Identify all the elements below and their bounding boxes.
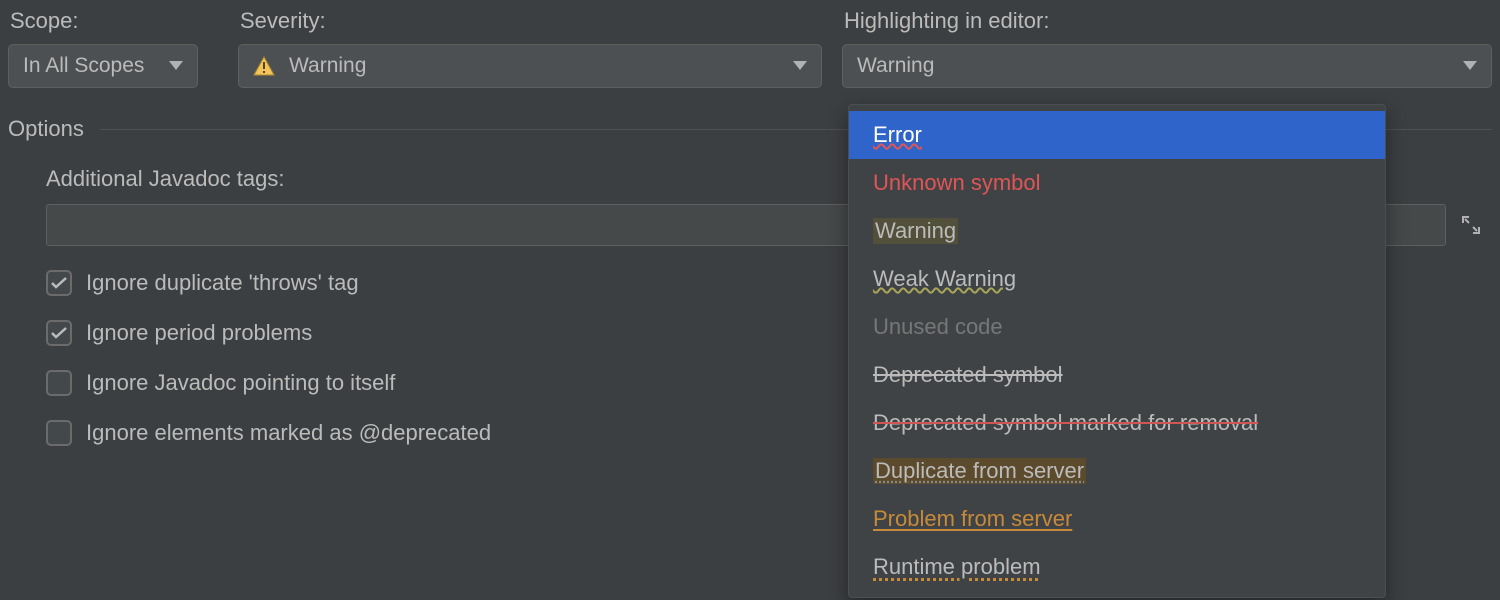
highlighting-value: Warning: [857, 54, 934, 78]
item-label: Deprecated symbol marked for removal: [873, 410, 1258, 436]
expand-icon[interactable]: [1450, 204, 1492, 246]
dropdown-item-runtime-problem[interactable]: Runtime problem: [849, 543, 1385, 591]
checkbox-icon: [46, 270, 72, 296]
highlighting-combo[interactable]: Warning: [842, 44, 1492, 88]
dropdown-item-deprecated-removal[interactable]: Deprecated symbol marked for removal: [849, 399, 1385, 447]
highlighting-label: Highlighting in editor:: [842, 8, 1492, 34]
item-label: Deprecated symbol: [873, 362, 1063, 388]
checkbox-icon: [46, 320, 72, 346]
checkbox-icon: [46, 420, 72, 446]
check-label: Ignore period problems: [86, 320, 312, 346]
severity-value: Warning: [289, 54, 366, 78]
dropdown-item-duplicate-from-server[interactable]: Duplicate from server: [849, 447, 1385, 495]
item-label: Error: [873, 122, 922, 148]
warning-icon: [253, 56, 275, 76]
dropdown-item-warning[interactable]: Warning: [849, 207, 1385, 255]
severity-combo[interactable]: Warning: [238, 44, 822, 88]
item-label: Problem from server: [873, 506, 1072, 532]
item-label: Runtime problem: [873, 554, 1041, 580]
dropdown-item-deprecated[interactable]: Deprecated symbol: [849, 351, 1385, 399]
checkbox-icon: [46, 370, 72, 396]
chevron-down-icon: [793, 61, 807, 71]
highlighting-dropdown[interactable]: Error Unknown symbol Warning Weak Warnin…: [848, 104, 1386, 598]
dropdown-item-problem-from-server[interactable]: Problem from server: [849, 495, 1385, 543]
chevron-down-icon: [1463, 61, 1477, 71]
options-section-label: Options: [8, 116, 84, 142]
dropdown-item-unknown-symbol[interactable]: Unknown symbol: [849, 159, 1385, 207]
item-label: Unused code: [873, 314, 1003, 340]
scope-value: In All Scopes: [23, 54, 144, 78]
check-label: Ignore duplicate 'throws' tag: [86, 270, 359, 296]
item-label: Unknown symbol: [873, 170, 1041, 196]
dropdown-item-weak-warning[interactable]: Weak Warning: [849, 255, 1385, 303]
check-label: Ignore elements marked as @deprecated: [86, 420, 491, 446]
scope-label: Scope:: [8, 8, 238, 34]
dropdown-item-error[interactable]: Error: [849, 111, 1385, 159]
item-label: Duplicate from server: [873, 458, 1086, 484]
chevron-down-icon: [169, 61, 183, 71]
dropdown-item-unused-code[interactable]: Unused code: [849, 303, 1385, 351]
severity-label: Severity:: [238, 8, 822, 34]
item-label: Warning: [873, 218, 958, 244]
scope-combo[interactable]: In All Scopes: [8, 44, 198, 88]
item-label: Weak Warning: [873, 266, 1016, 292]
check-label: Ignore Javadoc pointing to itself: [86, 370, 395, 396]
